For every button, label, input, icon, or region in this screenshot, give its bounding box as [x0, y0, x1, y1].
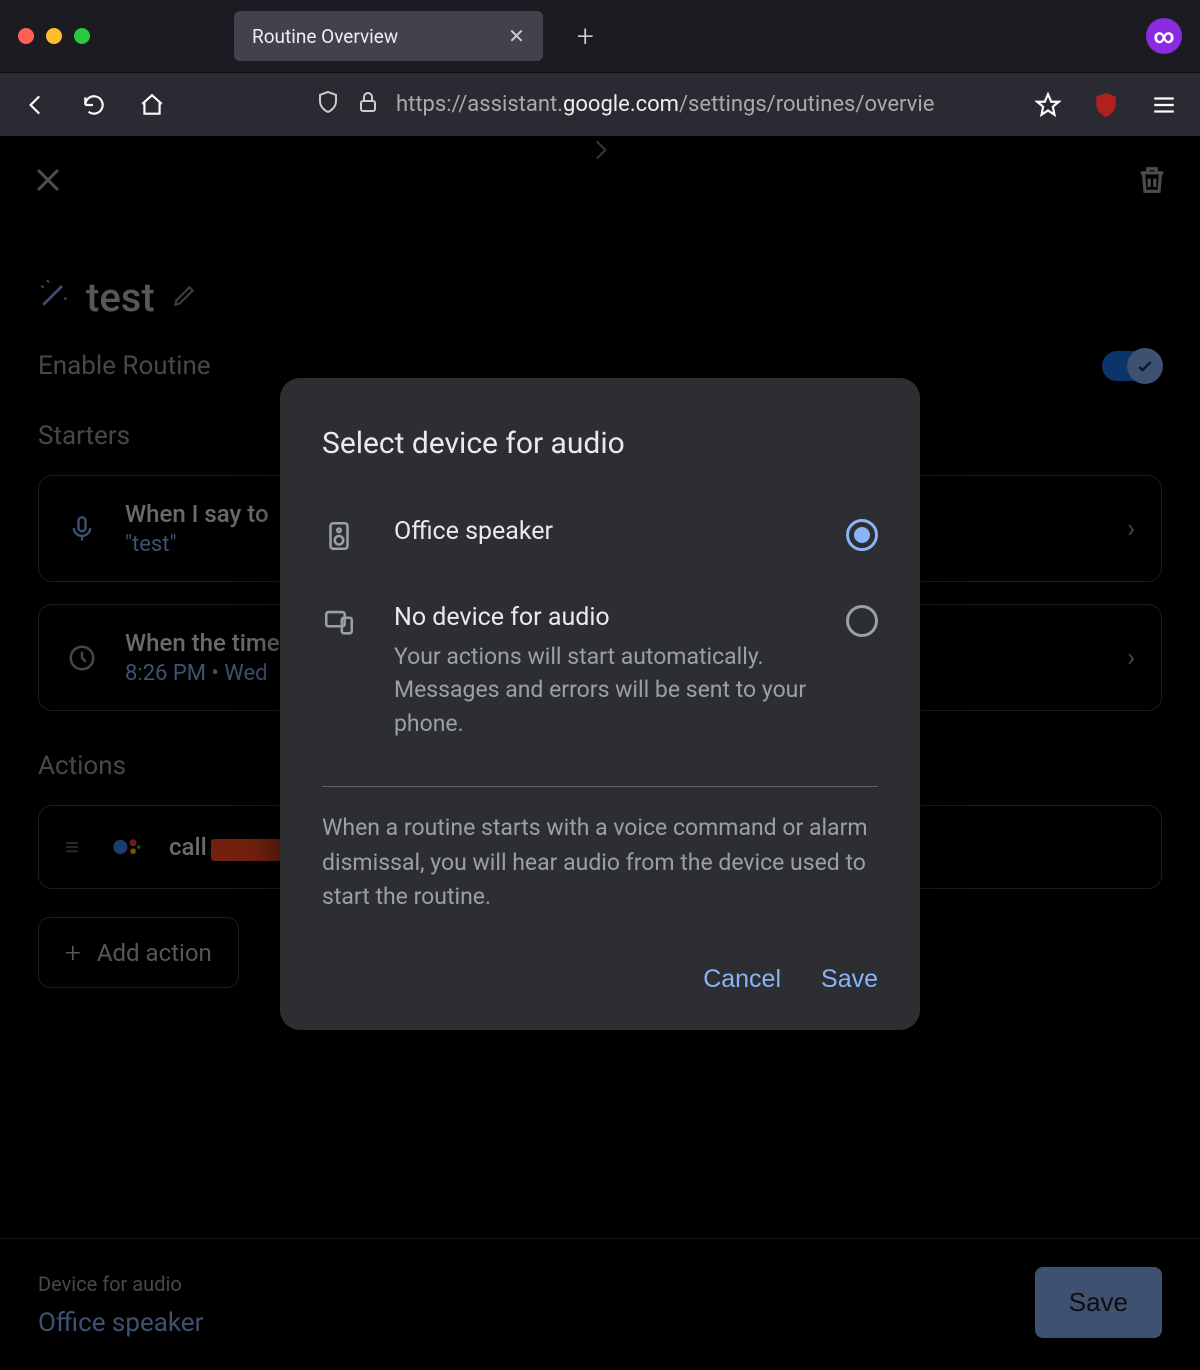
bookmark-star-icon[interactable]: [1034, 91, 1062, 119]
window-minimize-button[interactable]: [46, 28, 62, 44]
window-maximize-button[interactable]: [74, 28, 90, 44]
reload-button[interactable]: [80, 91, 108, 119]
modal-note: When a routine starts with a voice comma…: [322, 811, 878, 915]
devices-icon: [322, 605, 360, 643]
option-description: Your actions will start automatically. M…: [394, 640, 812, 740]
hamburger-menu-icon[interactable]: [1150, 91, 1178, 119]
tab-strip: Routine Overview ✕ + ∞: [0, 0, 1200, 72]
speaker-icon: [322, 519, 360, 557]
radio-selected[interactable]: [846, 519, 878, 551]
nav-bar: https://assistant.google.com/settings/ro…: [0, 72, 1200, 136]
new-tab-button[interactable]: +: [577, 19, 594, 54]
tracking-shield-icon[interactable]: [316, 90, 340, 120]
home-button[interactable]: [138, 91, 166, 119]
audio-option-office-speaker[interactable]: Office speaker: [322, 517, 878, 557]
lock-icon[interactable]: [356, 90, 380, 120]
browser-window: Routine Overview ✕ + ∞ https://ass: [0, 0, 1200, 136]
option-label: No device for audio: [394, 603, 812, 632]
ublock-icon[interactable]: [1092, 91, 1120, 119]
url-text: https://assistant.google.com/settings/ro…: [396, 92, 934, 117]
window-controls: [18, 28, 90, 44]
modal-title: Select device for audio: [322, 426, 878, 461]
address-bar[interactable]: https://assistant.google.com/settings/ro…: [196, 90, 1004, 120]
option-label: Office speaker: [394, 517, 812, 546]
tab-close-icon[interactable]: ✕: [508, 24, 525, 48]
back-button[interactable]: [22, 91, 50, 119]
browser-tab[interactable]: Routine Overview ✕: [234, 11, 543, 61]
window-close-button[interactable]: [18, 28, 34, 44]
select-audio-device-modal: Select device for audio Office speaker N…: [280, 378, 920, 1030]
radio-unselected[interactable]: [846, 605, 878, 637]
modal-cancel-button[interactable]: Cancel: [703, 965, 781, 994]
extension-icon[interactable]: ∞: [1146, 18, 1182, 54]
divider: [322, 786, 878, 787]
modal-save-button[interactable]: Save: [821, 965, 878, 994]
tab-title: Routine Overview: [252, 25, 398, 48]
audio-option-no-device[interactable]: No device for audio Your actions will st…: [322, 603, 878, 740]
